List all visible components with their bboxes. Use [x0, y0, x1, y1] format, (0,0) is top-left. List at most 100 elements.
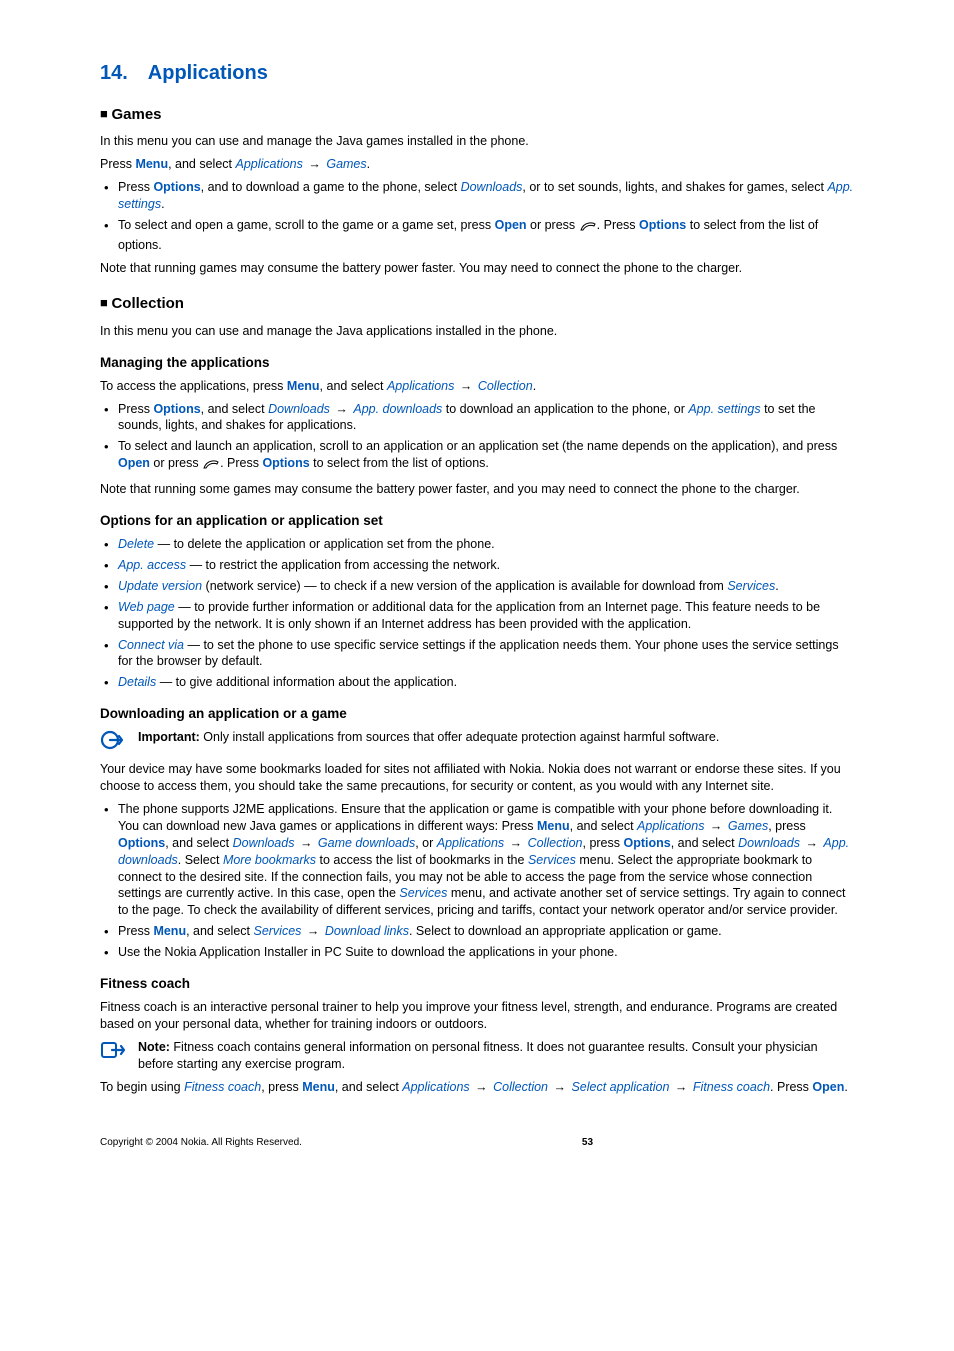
options-label: Options — [624, 836, 671, 850]
option-term: Details — [118, 675, 156, 689]
list-item: Press Menu, and select Services → Downlo… — [100, 923, 854, 940]
services-label: Services — [727, 579, 775, 593]
menu-label: Menu — [302, 1080, 335, 1094]
arrow-right-icon: → — [472, 1080, 491, 1094]
text: Press — [100, 157, 135, 171]
open-label: Open — [495, 218, 527, 232]
text: to download an application to the phone,… — [442, 402, 688, 416]
downloads-label: Downloads — [461, 180, 523, 194]
managing-intro: To access the applications, press Menu, … — [100, 378, 854, 395]
games-intro-2: Press Menu, and select Applications → Ga… — [100, 156, 854, 173]
collection-label: Collection — [528, 836, 583, 850]
text: , and to download a game to the phone, s… — [201, 180, 461, 194]
list-item: To select and open a game, scroll to the… — [100, 217, 854, 254]
selectapp-label: Select application — [571, 1080, 669, 1094]
fitnesscoach-label: Fitness coach — [184, 1080, 261, 1094]
text: , and select — [165, 836, 232, 850]
text: To access the applications, press — [100, 379, 287, 393]
games-bullets: Press Options , and to download a game to… — [100, 179, 854, 254]
list-item: Press Options, and select Downloads → Ap… — [100, 401, 854, 435]
copyright: Copyright © 2004 Nokia. All Rights Reser… — [100, 1136, 302, 1150]
arrow-right-icon: → — [305, 157, 324, 171]
text: (network service) — to check if a new ve… — [202, 579, 727, 593]
text: — to set the phone to use specific servi… — [118, 638, 839, 669]
arrow-right-icon: → — [802, 836, 821, 850]
applications-label: Applications — [637, 819, 704, 833]
text: — to restrict the application from acces… — [186, 558, 500, 572]
list-item: Web page — to provide further informatio… — [100, 599, 854, 633]
arrow-right-icon: → — [456, 379, 475, 393]
games-label: Games — [728, 819, 768, 833]
text: . Press — [770, 1080, 812, 1094]
downloads-label: Downloads — [738, 836, 800, 850]
arrow-right-icon: → — [671, 1080, 690, 1094]
text: To select and launch an application, scr… — [118, 439, 837, 453]
text: . Press — [220, 456, 262, 470]
games-note: Note that running games may consume the … — [100, 260, 854, 277]
section-games-heading: Games — [100, 105, 854, 125]
list-item: Use the Nokia Application Installer in P… — [100, 944, 854, 961]
list-item: Press Options, and to download a game to… — [100, 179, 854, 213]
text: , or — [415, 836, 437, 850]
text: Press — [118, 924, 153, 938]
text: , and select — [201, 402, 268, 416]
collection-label: Collection — [493, 1080, 548, 1094]
important-note: Important: Only install applications fro… — [100, 729, 854, 755]
applications-label: Applications — [402, 1080, 469, 1094]
options-heading: Options for an application or applicatio… — [100, 512, 854, 530]
gamedownloads-label: Game downloads — [318, 836, 415, 850]
call-key-icon — [579, 220, 597, 237]
text: , and select — [335, 1080, 402, 1094]
open-label: Open — [118, 456, 150, 470]
options-list: Delete — to delete the application or ap… — [100, 536, 854, 691]
downloading-bullets: The phone supports J2ME applications. En… — [100, 801, 854, 961]
managing-heading: Managing the applications — [100, 354, 854, 372]
options-label: Options — [639, 218, 686, 232]
services-label: Services — [253, 924, 301, 938]
list-item: App. access — to restrict the applicatio… — [100, 557, 854, 574]
text: . — [533, 379, 536, 393]
note-icon — [100, 1039, 128, 1065]
text: to select from the list of options. — [310, 456, 489, 470]
options-label: Options — [262, 456, 309, 470]
fitness-p1: Fitness coach is an interactive personal… — [100, 999, 854, 1033]
option-term: App. access — [118, 558, 186, 572]
text: — to give additional information about t… — [156, 675, 457, 689]
text: . Select — [178, 853, 223, 867]
footer: Copyright © 2004 Nokia. All Rights Reser… — [100, 1136, 854, 1150]
downloadlinks-label: Download links — [325, 924, 409, 938]
arrow-right-icon: → — [706, 819, 725, 833]
text: . Press — [597, 218, 639, 232]
important-label: Important: — [138, 730, 200, 744]
note-label: Note: — [138, 1040, 170, 1054]
text: Only install applications from sources t… — [200, 730, 720, 744]
appdownloads-label: App. downloads — [353, 402, 442, 416]
option-term: Web page — [118, 600, 175, 614]
list-item: To select and launch an application, scr… — [100, 438, 854, 475]
text: , and select — [671, 836, 738, 850]
fitness-p2: To begin using Fitness coach, press Menu… — [100, 1079, 854, 1096]
morebookmarks-label: More bookmarks — [223, 853, 316, 867]
downloads-label: Downloads — [233, 836, 295, 850]
list-item: Delete — to delete the application or ap… — [100, 536, 854, 553]
text: Press — [118, 180, 153, 194]
text: — to provide further information or addi… — [118, 600, 820, 631]
list-item: The phone supports J2ME applications. En… — [100, 801, 854, 919]
downloading-p1: Your device may have some bookmarks load… — [100, 761, 854, 795]
text: , and select — [186, 924, 253, 938]
text: , press — [583, 836, 624, 850]
applications-label: Applications — [235, 157, 302, 171]
list-item: Update version (network service) — to ch… — [100, 578, 854, 595]
text: , press — [261, 1080, 302, 1094]
fitnesscoach-label: Fitness coach — [693, 1080, 770, 1094]
menu-label: Menu — [287, 379, 320, 393]
important-text: Important: Only install applications fro… — [138, 729, 854, 746]
text: . — [775, 579, 778, 593]
menu-label: Menu — [537, 819, 570, 833]
option-term: Delete — [118, 537, 154, 551]
text: , and select — [168, 157, 235, 171]
arrow-right-icon: → — [550, 1080, 569, 1094]
page-title: 14. Applications — [100, 60, 854, 87]
services-label: Services — [399, 886, 447, 900]
text: Press — [118, 402, 153, 416]
